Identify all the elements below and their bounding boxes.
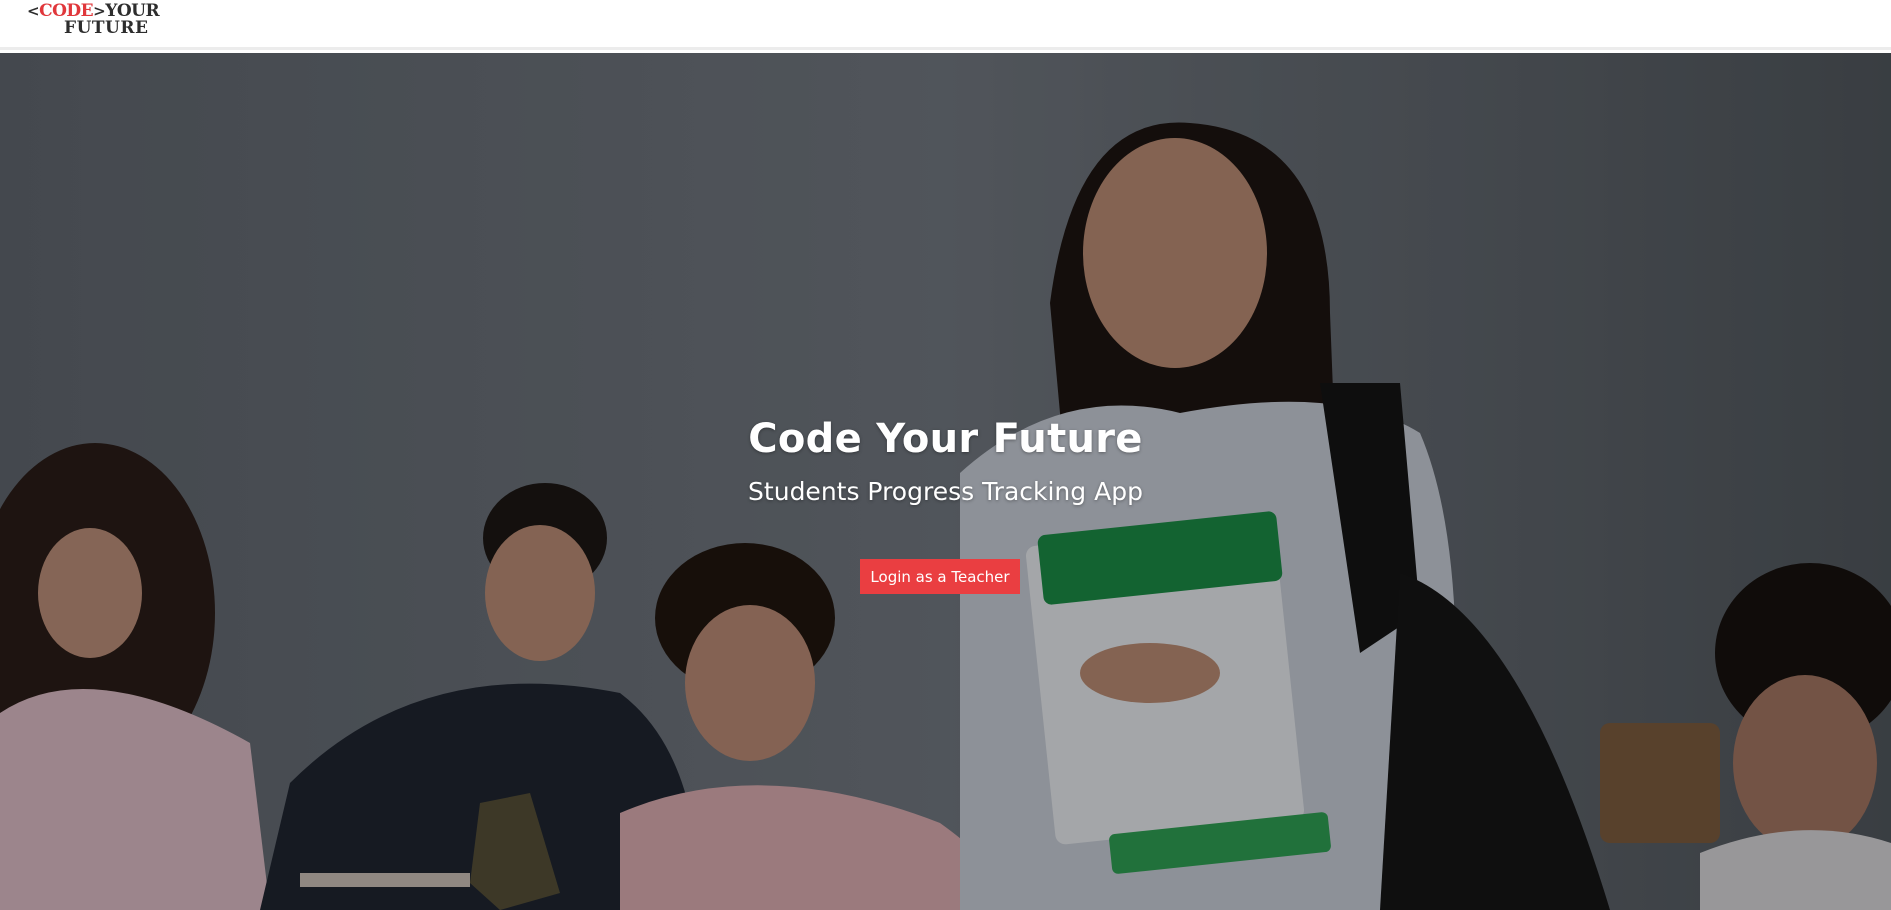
hero-section: Code Your Future Students Progress Track… (0, 53, 1891, 910)
hero-title: Code Your Future (748, 416, 1143, 462)
login-as-teacher-button[interactable]: Login as a Teacher (860, 559, 1020, 594)
code-your-future-logo[interactable]: <CODE>YOUR FUTURE (27, 2, 160, 39)
hero-subtitle: Students Progress Tracking App (748, 477, 1143, 506)
top-navbar: <CODE>YOUR FUTURE (0, 0, 1891, 50)
logo-open-bracket: < (27, 2, 40, 20)
logo-future-text: FUTURE (64, 18, 149, 38)
